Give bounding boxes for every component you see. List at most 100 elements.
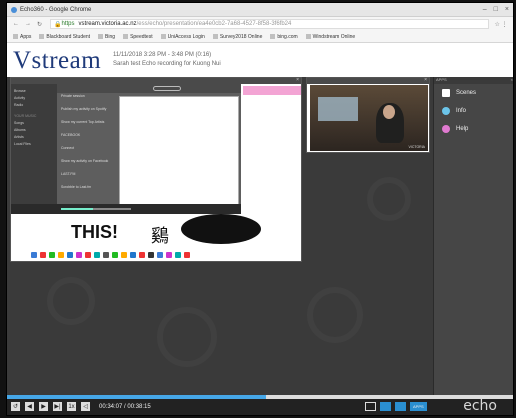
- app-item-label: Help: [456, 126, 469, 132]
- bookmark-item[interactable]: UniAccess Login: [160, 34, 205, 40]
- app-item-label: Info: [456, 108, 467, 114]
- bookmark-icon: [123, 34, 129, 39]
- info-icon: [442, 107, 450, 115]
- app-icon: [94, 252, 100, 258]
- volume-icon[interactable]: ◁: [81, 402, 90, 411]
- close-icon[interactable]: ×: [296, 78, 299, 83]
- rewind-icon[interactable]: ↺: [11, 402, 20, 411]
- setting-row: Scrobble to Last.fm: [61, 185, 92, 189]
- app-icon: [40, 252, 46, 258]
- app-icon: [49, 252, 55, 258]
- minimize-icon[interactable]: –: [483, 6, 487, 13]
- app-icon: [157, 252, 163, 258]
- reload-icon[interactable]: ↻: [37, 21, 42, 28]
- skip-forward-icon[interactable]: ▶|: [53, 402, 62, 411]
- setting-row: FACEBOOK: [61, 133, 81, 137]
- app-icon: [148, 252, 154, 258]
- webcam-label: VICTORIA: [408, 145, 425, 149]
- slide-text: THIS!: [71, 222, 118, 242]
- vstream-logo[interactable]: Vstream: [13, 47, 101, 75]
- vstream-header: Vstream 11/11/2018 3:28 PM - 3:48 PM (0:…: [7, 43, 513, 77]
- bookmarks-bar: Apps Blackboard Student Bing Speedtest U…: [7, 31, 513, 43]
- bookmark-icon: [305, 34, 311, 39]
- app-icon: [103, 252, 109, 258]
- setting-row: Connect: [61, 146, 75, 150]
- window-title: Echo360 - Google Chrome: [20, 6, 92, 13]
- bookmark-icon: [98, 34, 104, 39]
- recording-title: Sarah test Echo recording for Kuong Nui: [113, 61, 221, 67]
- app-icon: [121, 252, 127, 258]
- app-item-info[interactable]: Info: [434, 102, 513, 120]
- sidebar-item: Activity: [14, 96, 26, 100]
- chrome-icon: [11, 6, 17, 13]
- app-icon: [139, 252, 145, 258]
- spotify-window: Browse Activity Radio YOUR MUSIC Songs A…: [11, 84, 241, 214]
- apps-header: APPS ×: [434, 77, 513, 84]
- presentation-area: × Browse Activity Radio YOUR MUSIC Songs…: [7, 77, 513, 395]
- time-current: 00:34:07: [99, 403, 123, 410]
- sidebar-heading: YOUR MUSIC: [14, 114, 37, 118]
- bookmark-item[interactable]: Speedtest: [123, 34, 153, 40]
- apps-button[interactable]: APPS: [410, 402, 427, 411]
- recording-meta: 11/11/2018 3:28 PM - 3:48 PM (0:16) Sara…: [113, 51, 221, 69]
- bookmark-item[interactable]: bing.com: [270, 34, 298, 40]
- app-icon: [85, 252, 91, 258]
- background-ring: [307, 287, 363, 343]
- sidebar-item: Browse: [14, 89, 26, 93]
- lock-icon: 🔒: [54, 21, 62, 28]
- seek-bar[interactable]: [7, 395, 513, 399]
- screen-capture-panel[interactable]: × Browse Activity Radio YOUR MUSIC Songs…: [10, 77, 302, 262]
- bookmark-icon: [160, 34, 166, 39]
- bookmark-item[interactable]: Windstream Online: [305, 34, 355, 40]
- bookmark-item[interactable]: Survey2018 Online: [212, 34, 262, 40]
- app-item-help[interactable]: Help: [434, 120, 513, 138]
- camera-toggle-icon[interactable]: [395, 402, 406, 411]
- webcam-feed: [310, 85, 428, 151]
- back-icon[interactable]: ←: [13, 21, 19, 28]
- seek-progress: [7, 395, 267, 399]
- sidebar-item: Albums: [14, 128, 26, 132]
- app-icon: [112, 252, 118, 258]
- bookmark-item[interactable]: Bing: [98, 34, 115, 40]
- bookmark-item[interactable]: Blackboard Student: [39, 34, 90, 40]
- skip-back-icon[interactable]: ◀: [25, 402, 34, 411]
- sidebar-item: Radio: [14, 103, 24, 107]
- spotify-progress: [61, 208, 131, 210]
- play-icon[interactable]: ▶: [39, 402, 48, 411]
- app-item-scenes[interactable]: Scenes: [434, 84, 513, 102]
- layout-icon[interactable]: [365, 402, 376, 411]
- url-path: /ess/echo/presentation/ea4e0cb2-7a68-452…: [136, 21, 292, 27]
- layout-controls: APPS: [365, 402, 427, 411]
- url-protocol: https: [61, 21, 75, 27]
- time-readout: 00:34:07 / 00:38:15: [99, 403, 151, 410]
- sidebar-item: Artists: [14, 135, 24, 139]
- webcam-panel[interactable]: × VICTORIA: [306, 77, 430, 153]
- close-icon[interactable]: ×: [424, 78, 427, 83]
- screen-toggle-icon[interactable]: [380, 402, 391, 411]
- slide-kanji: 鷄: [151, 226, 169, 246]
- sidebar-item: Local Files: [14, 142, 31, 146]
- close-icon[interactable]: ×: [505, 6, 509, 13]
- bookmark-icon: [212, 34, 218, 39]
- app-icon: [76, 252, 82, 258]
- address-bar: ← → ↻ 🔒 https vstream.victoria.ac.nz /es…: [7, 17, 513, 31]
- close-icon[interactable]: ×: [511, 77, 513, 82]
- setting-row: Show my current Top Artists: [61, 120, 105, 124]
- recording-timestamp: 11/11/2018 3:28 PM - 3:48 PM (0:16): [113, 52, 212, 58]
- taskbar-icons: [31, 252, 271, 260]
- url-input[interactable]: 🔒 https vstream.victoria.ac.nz /ess/echo…: [50, 19, 489, 29]
- browser-window: Echo360 - Google Chrome – □ × ← → ↻ 🔒 ht…: [6, 2, 514, 416]
- app-icon: [31, 252, 37, 258]
- maximize-icon[interactable]: □: [494, 6, 498, 13]
- setting-row: LAST.FM: [61, 172, 76, 176]
- bookmark-star-icon[interactable]: ☆ ⋮: [489, 21, 513, 28]
- upgrade-pill: [153, 86, 181, 91]
- scenes-icon: [442, 89, 450, 97]
- speed-icon[interactable]: 1x: [67, 402, 76, 411]
- setting-row: Show my activity on Facebook: [61, 159, 109, 163]
- background-ring: [157, 307, 217, 367]
- forward-icon[interactable]: →: [25, 21, 31, 28]
- setting-row: Private session: [61, 94, 85, 98]
- bookmark-item[interactable]: Apps: [13, 34, 31, 40]
- dropdown-dialog: [119, 96, 239, 206]
